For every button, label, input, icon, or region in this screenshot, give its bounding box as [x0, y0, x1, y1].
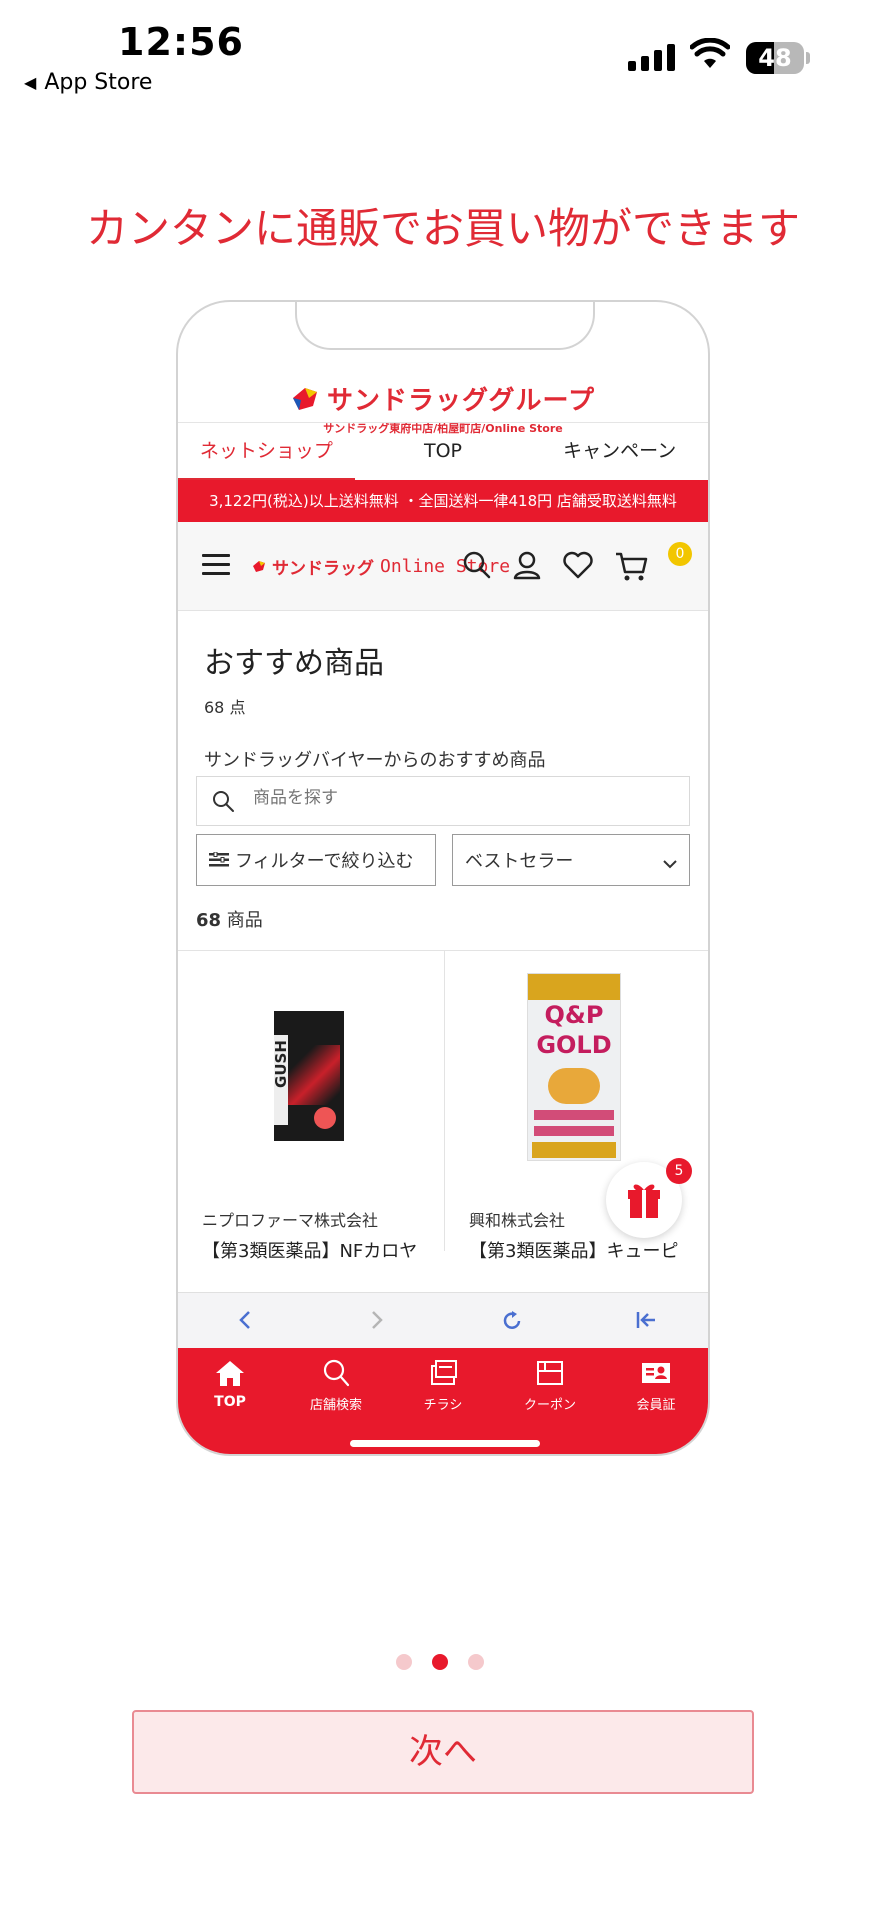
flyer-icon	[431, 1360, 457, 1385]
product-count: 68 商品	[196, 906, 263, 932]
product-count-number: 68	[196, 910, 222, 931]
product-count-unit: 商品	[226, 910, 263, 931]
search-icon	[211, 789, 235, 817]
app-tabbar: TOP 店舗検索 チラシ クーポン 会員証	[178, 1348, 708, 1454]
back-arrow-icon: ◀	[24, 73, 37, 92]
back-label: App Store	[44, 70, 153, 95]
home-indicator	[350, 1440, 540, 1447]
tabbar-item-flyer[interactable]: チラシ	[403, 1358, 483, 1413]
product-card[interactable]: GUSH ニプロファーマ株式会社 【第3類医薬品】NFカロヤ	[178, 951, 444, 1262]
browser-home-icon[interactable]	[634, 1309, 658, 1335]
mockup-tabs: ネットショップ TOP キャンペーン	[178, 422, 708, 481]
page-dot[interactable]	[396, 1654, 412, 1670]
tab-campaign[interactable]: キャンペーン	[531, 423, 708, 481]
product-maker: ニプロファーマ株式会社	[202, 1211, 379, 1230]
chevron-down-icon	[663, 853, 677, 874]
tabbar-label: TOP	[214, 1394, 246, 1410]
store-logo-brand: サンドラッグ	[272, 559, 374, 579]
member-card-icon	[642, 1363, 670, 1383]
section-subtitle: サンドラッグバイヤーからのおすすめ商品	[204, 750, 546, 771]
sort-label: ベストセラー	[465, 851, 574, 872]
sort-select[interactable]: ベストセラー	[452, 834, 690, 886]
tabbar-label: 会員証	[636, 1398, 676, 1413]
tabbar-item-coupon[interactable]: クーポン	[510, 1358, 590, 1413]
product-package-text: GUSH	[272, 1040, 290, 1088]
back-to-app-store-link[interactable]: ◀ App Store	[24, 70, 152, 95]
gift-count-badge: 5	[666, 1158, 692, 1184]
wifi-icon	[689, 37, 731, 74]
tabbar-label: 店舗検索	[309, 1398, 362, 1413]
browser-reload-icon[interactable]	[500, 1309, 524, 1337]
coupon-icon	[537, 1361, 563, 1385]
tabbar-item-store-search[interactable]: 店舗検索	[296, 1358, 376, 1413]
page-dot-current[interactable]	[432, 1654, 448, 1670]
tabbar-label: クーポン	[523, 1398, 576, 1413]
cart-count-badge: 0	[668, 542, 692, 566]
battery-icon: 48	[746, 42, 804, 74]
browser-forward-icon[interactable]	[366, 1309, 386, 1335]
logo-title: サンドラッググループ	[327, 386, 595, 416]
page-title: おすすめ商品	[204, 646, 384, 681]
product-search-field[interactable]	[196, 776, 690, 826]
tab-net-shop[interactable]: ネットショップ	[178, 423, 355, 481]
wishlist-heart-icon[interactable]	[562, 550, 594, 584]
search-icon[interactable]	[462, 550, 492, 584]
sundrug-logo-mark-icon	[291, 386, 319, 412]
battery-cap	[806, 52, 810, 64]
store-logo-mark-icon	[253, 560, 265, 572]
cellular-signal-icon	[628, 44, 675, 71]
product-image: GUSH	[272, 995, 344, 1141]
product-image: Q&P GOLD α	[527, 973, 621, 1161]
filter-button[interactable]: フィルターで絞り込む	[196, 834, 436, 886]
onboarding-headline: カンタンに通販でお買い物ができます	[85, 204, 800, 253]
browser-back-icon[interactable]	[236, 1309, 256, 1335]
product-name[interactable]: 【第3類医薬品】キューピ	[469, 1237, 678, 1263]
tabbar-item-member-card[interactable]: 会員証	[616, 1358, 696, 1413]
tabbar-item-top[interactable]: TOP	[190, 1358, 270, 1410]
page-indicator	[396, 1654, 484, 1670]
product-name[interactable]: 【第3類医薬品】NFカロヤ	[202, 1237, 417, 1263]
phone-notch	[295, 302, 595, 350]
filter-icon	[209, 852, 229, 867]
status-time: 12:56	[118, 20, 244, 64]
tab-top[interactable]: TOP	[355, 423, 532, 481]
item-count: 68 点	[204, 698, 246, 717]
next-button[interactable]: 次へ	[132, 1710, 754, 1794]
home-icon	[216, 1361, 244, 1386]
store-header: サンドラッグ Online Store 0	[178, 522, 708, 611]
tabbar-label: チラシ	[423, 1398, 463, 1413]
browser-toolbar	[178, 1292, 708, 1349]
product-search-input[interactable]	[251, 787, 655, 809]
account-icon[interactable]	[512, 550, 542, 584]
search-icon	[323, 1359, 350, 1387]
product-maker: 興和株式会社	[469, 1211, 566, 1230]
page-dot[interactable]	[468, 1654, 484, 1670]
phone-mockup: サンドラッググループ サンドラッグ東府中店/柏屋町店/Online Store …	[176, 300, 710, 1456]
menu-icon[interactable]	[202, 554, 230, 576]
shipping-banner: 3,122円(税込)以上送料無料 ・全国送料一律418円 店舗受取送料無料	[178, 480, 708, 522]
filter-label: フィルターで絞り込む	[235, 851, 414, 872]
cart-icon[interactable]	[614, 550, 650, 586]
battery-level: 48	[758, 44, 792, 72]
